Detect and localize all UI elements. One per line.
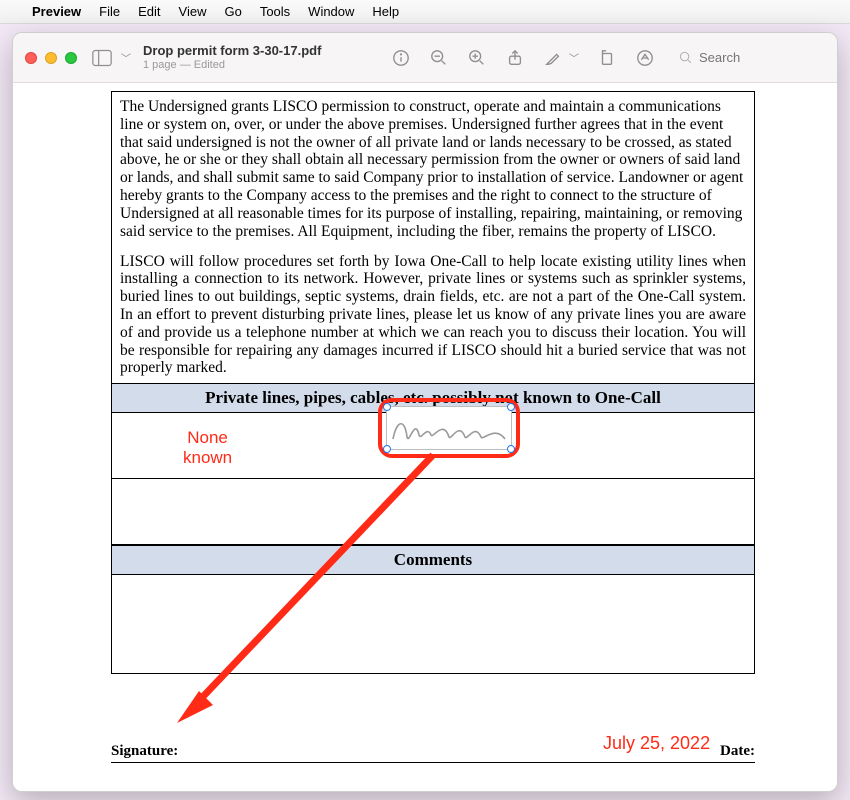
zoom-in-icon[interactable] [467, 48, 487, 68]
menu-go[interactable]: Go [224, 4, 241, 19]
resize-handle-br[interactable] [507, 445, 515, 453]
document-viewport[interactable]: The Undersigned grants LISCO permission … [13, 83, 837, 791]
search-icon [679, 51, 693, 65]
menu-help[interactable]: Help [372, 4, 399, 19]
permission-paragraph-1: The Undersigned grants LISCO permission … [112, 92, 754, 247]
private-lines-row-2 [112, 479, 754, 545]
menu-window[interactable]: Window [308, 4, 354, 19]
document-title-block: Drop permit form 3-30-17.pdf 1 page — Ed… [143, 44, 333, 72]
zoom-window-button[interactable] [65, 52, 77, 64]
search-field[interactable] [673, 47, 825, 68]
menu-edit[interactable]: Edit [138, 4, 160, 19]
zoom-out-icon[interactable] [429, 48, 449, 68]
search-input[interactable] [699, 50, 819, 65]
date-label: Date: [720, 743, 755, 760]
close-window-button[interactable] [25, 52, 37, 64]
signature-image[interactable] [386, 406, 512, 450]
menu-file[interactable]: File [99, 4, 120, 19]
menu-tools[interactable]: Tools [260, 4, 290, 19]
signature-label: Signature: [111, 743, 178, 760]
info-icon[interactable] [391, 48, 411, 68]
document-title: Drop permit form 3-30-17.pdf [143, 44, 333, 59]
comments-header: Comments [112, 545, 754, 575]
menu-view[interactable]: View [179, 4, 207, 19]
rotate-icon[interactable] [597, 48, 617, 68]
signature-scribble-icon [387, 407, 513, 451]
resize-handle-tr[interactable] [507, 403, 515, 411]
comments-row [112, 575, 754, 673]
app-menu[interactable]: Preview [32, 4, 81, 19]
resize-handle-tl[interactable] [383, 403, 391, 411]
highlight-options-chevron-icon[interactable]: ﹀ [569, 50, 579, 65]
pdf-page: The Undersigned grants LISCO permission … [23, 83, 827, 791]
signature-annotation-selected[interactable] [378, 398, 520, 458]
markup-icon[interactable] [635, 48, 655, 68]
share-icon[interactable] [505, 48, 525, 68]
permission-paragraph-2: LISCO will follow procedures set forth b… [112, 247, 754, 384]
preview-window: ﹀ Drop permit form 3-30-17.pdf 1 page — … [12, 32, 838, 792]
annotation-date[interactable]: July 25, 2022 [603, 733, 710, 754]
minimize-window-button[interactable] [45, 52, 57, 64]
document-subtitle: 1 page — Edited [143, 59, 333, 72]
traffic-lights [25, 52, 77, 64]
resize-handle-bl[interactable] [383, 445, 391, 453]
sidebar-options-chevron-icon[interactable]: ﹀ [121, 50, 131, 65]
titlebar: ﹀ Drop permit form 3-30-17.pdf 1 page — … [13, 33, 837, 83]
highlight-icon[interactable] [543, 48, 563, 68]
annotation-none-known[interactable]: None known [183, 428, 232, 469]
form-table: The Undersigned grants LISCO permission … [111, 91, 755, 674]
macos-menubar: Preview File Edit View Go Tools Window H… [0, 0, 850, 24]
toolbar: ﹀ [391, 47, 825, 68]
sidebar-toggle-button[interactable] [89, 47, 115, 69]
